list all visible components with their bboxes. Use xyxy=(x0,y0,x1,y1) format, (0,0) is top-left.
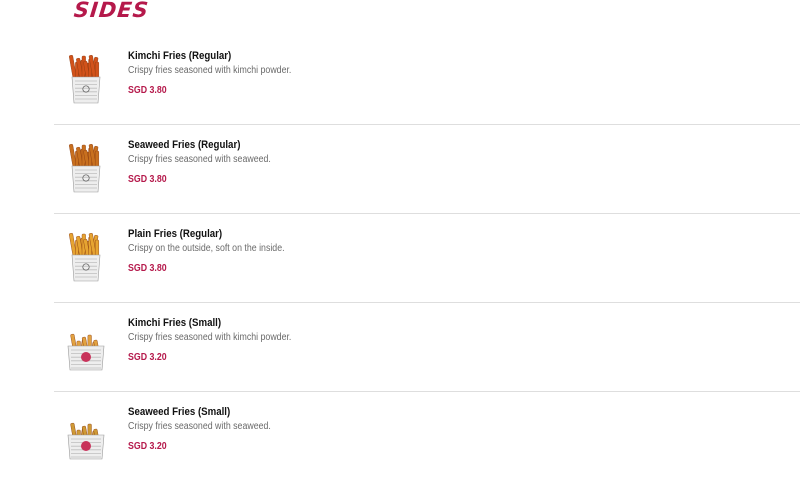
item-name: Seaweed Fries (Small) xyxy=(128,406,231,418)
item-description: Crispy fries seasoned with kimchi powder… xyxy=(128,332,292,343)
seaweed-fries-icon xyxy=(66,138,106,194)
kimchi-fries-small-icon xyxy=(66,316,106,372)
menu-item[interactable]: Seaweed Fries (Regular) Crispy fries sea… xyxy=(54,125,800,214)
menu-item[interactable]: Kimchi Fries (Regular) Crispy fries seas… xyxy=(54,36,800,125)
item-price: SGD 3.80 xyxy=(128,85,167,96)
item-name: Plain Fries (Regular) xyxy=(128,228,223,240)
item-name: Kimchi Fries (Regular) xyxy=(128,50,232,62)
section-title: SIDES xyxy=(72,0,151,22)
item-price: SGD 3.80 xyxy=(128,263,167,274)
item-description: Crispy on the outside, soft on the insid… xyxy=(128,243,285,254)
seaweed-fries-small-icon xyxy=(66,405,106,461)
item-description: Crispy fries seasoned with seaweed. xyxy=(128,421,271,432)
kimchi-fries-icon xyxy=(66,49,106,105)
item-name: Seaweed Fries (Regular) xyxy=(128,139,241,151)
item-price: SGD 3.20 xyxy=(128,352,167,363)
menu-item[interactable]: Plain Fries (Regular) Crispy on the outs… xyxy=(54,214,800,303)
item-price: SGD 3.20 xyxy=(128,441,167,452)
item-description: Crispy fries seasoned with seaweed. xyxy=(128,154,271,165)
menu-item[interactable]: Kimchi Fries (Small) Crispy fries season… xyxy=(54,303,800,392)
plain-fries-icon xyxy=(66,227,106,283)
item-name: Kimchi Fries (Small) xyxy=(128,317,222,329)
menu-list: Kimchi Fries (Regular) Crispy fries seas… xyxy=(54,36,800,480)
item-description: Crispy fries seasoned with kimchi powder… xyxy=(128,65,292,76)
menu-item[interactable]: Seaweed Fries (Small) Crispy fries seaso… xyxy=(54,392,800,480)
item-price: SGD 3.80 xyxy=(128,174,167,185)
